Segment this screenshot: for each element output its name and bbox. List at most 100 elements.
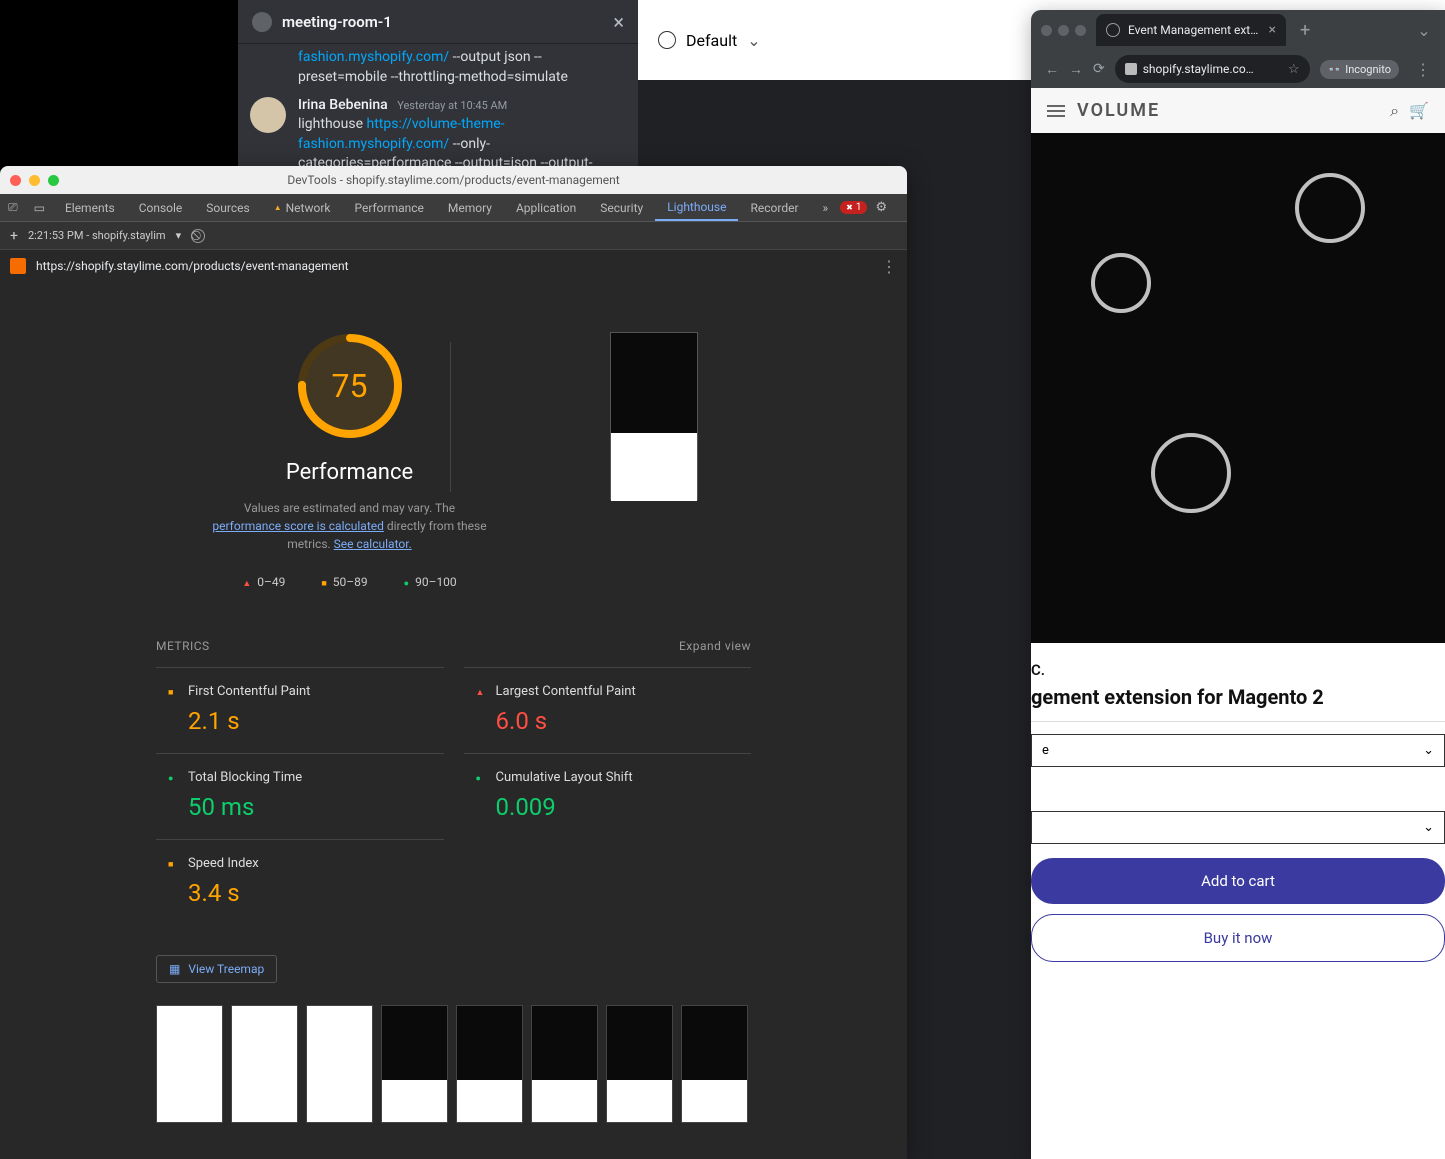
legend-fail: 0–49 [242,575,285,589]
reload-icon[interactable]: ⟳ [1093,61,1105,77]
incognito-badge[interactable]: 👓 Incognito [1320,60,1400,79]
add-to-cart-button[interactable]: Add to cart [1031,858,1445,904]
report-url-bar: https://shopify.staylime.com/products/ev… [0,250,907,282]
filmstrip-frame[interactable] [456,1005,523,1123]
select-value: e [1042,743,1049,758]
disclaimer: Values are estimated and may vary. The p… [210,499,490,553]
metric-lcp[interactable]: Largest Contentful Paint 6.0 s [464,667,752,753]
tab-overflow-icon[interactable]: ⌄ [1413,19,1435,41]
product-vendor: C. [1031,661,1445,679]
score-calc-link[interactable]: performance score is calculated [212,519,383,533]
add-report-icon[interactable]: + [10,228,18,244]
metrics-heading: METRICS [156,639,210,653]
tab-elements[interactable]: Elements [53,194,127,221]
avatar[interactable] [250,97,286,133]
report-timestamp[interactable]: 2:21:53 PM - shopify.staylim [28,229,166,242]
edition-select[interactable]: e ⌄ [1031,734,1445,767]
calculator-link[interactable]: See calculator. [334,537,412,551]
metric-cls[interactable]: Cumulative Layout Shift 0.009 [464,753,752,839]
filmstrip-frame[interactable] [606,1005,673,1123]
kebab-icon[interactable]: ⋮ [895,200,907,215]
cart-icon[interactable]: 🛒 [1409,101,1429,121]
close-dot[interactable] [1041,25,1052,36]
new-tab-button[interactable]: + [1300,20,1310,41]
vertical-divider [450,342,451,492]
legend-pass: 90–100 [404,575,457,589]
timestamp: Yesterday at 10:45 AM [397,99,507,112]
product-panel: C. gement extension for Magento 2 e ⌄ ⌄ … [1031,643,1445,980]
tab-network[interactable]: Network [262,194,343,221]
tab-performance[interactable]: Performance [342,194,435,221]
inspect-icon[interactable]: ⎚ [0,194,26,221]
theme-dropdown[interactable]: Default [686,31,737,50]
view-treemap-button[interactable]: View Treemap [156,955,277,983]
tab-recorder[interactable]: Recorder [738,194,810,221]
author-name[interactable]: Irina Bebenina [298,97,388,113]
min-dot[interactable] [1058,25,1069,36]
forward-icon[interactable]: → [1069,61,1083,78]
traffic-lights[interactable] [1041,25,1086,36]
filmstrip-frame[interactable] [681,1005,748,1123]
speech-bubble-icon [252,12,272,32]
tab-lighthouse[interactable]: Lighthouse [655,194,738,221]
filmstrip-frame[interactable] [231,1005,298,1123]
lighthouse-subbar: + 2:21:53 PM - shopify.staylim ▾ ⃠ [0,222,907,250]
lock-icon[interactable] [1125,63,1137,75]
expand-view-toggle[interactable]: Expand view [679,639,751,653]
tab-application[interactable]: Application [504,194,588,221]
message-body: lighthouse https://volume-theme-fashion.… [298,115,620,168]
filmstrip-frame[interactable] [306,1005,373,1123]
chat-text-frag: lighthouse [298,116,367,132]
clear-icon[interactable]: ⃠ [191,229,205,243]
chat-link[interactable]: fashion.myshopify.com/ [298,49,449,65]
page-preview-thumbnail[interactable] [610,332,698,500]
buy-now-button[interactable]: Buy it now [1031,914,1445,962]
report-url: https://shopify.staylime.com/products/ev… [36,259,871,273]
chat-message: Irina Bebenina Yesterday at 10:45 AM lig… [298,97,620,168]
chat-room-name[interactable]: meeting-room-1 [282,13,392,31]
subscription-select[interactable]: ⌄ [1031,811,1445,844]
incognito-icon: 👓 [1328,63,1342,76]
filmstrip-frame[interactable] [156,1005,223,1123]
tab-security[interactable]: Security [588,194,655,221]
site-logo[interactable]: VOLUME [1077,100,1160,121]
page-icon [1106,23,1120,37]
report-menu-icon[interactable]: ⋮ [881,257,897,276]
search-icon[interactable]: ⌕ [1390,101,1399,121]
tab-memory[interactable]: Memory [436,194,504,221]
legend-avg: 50–89 [321,575,367,589]
tab-sources[interactable]: Sources [194,194,261,221]
metric-si[interactable]: Speed Index 3.4 s [156,839,444,925]
more-tabs-icon[interactable]: » [811,194,841,221]
menu-icon[interactable] [1047,105,1065,117]
lighthouse-icon [10,258,26,274]
filmstrip-frame[interactable] [381,1005,448,1123]
performance-label: Performance [286,460,413,485]
page-content: VOLUME ⌕ 🛒 C. gement extension for Magen… [1031,88,1445,1159]
chat-messages: fashion.myshopify.com/ --output json --p… [238,44,638,168]
gear-icon[interactable]: ⚙ [867,200,895,215]
chrome-window: Event Management extensio… × + ⌄ ← → ⟳ s… [1031,10,1445,1159]
metric-fcp[interactable]: First Contentful Paint 2.1 s [156,667,444,753]
filmstrip-frame[interactable] [531,1005,598,1123]
device-icon[interactable]: ▭ [26,194,53,221]
close-tab-icon[interactable]: × [1269,22,1276,38]
site-header: VOLUME ⌕ 🛒 [1031,88,1445,133]
url-bar[interactable]: shopify.staylime.co… ☆ [1115,55,1310,83]
header-actions: ⌕ 🛒 [1390,101,1429,121]
chrome-toolbar: ← → ⟳ shopify.staylime.co… ☆ 👓 Incognito… [1031,50,1445,88]
error-badge[interactable]: 1 [840,201,867,214]
divider [1031,721,1445,722]
devtools-window: DevTools - shopify.staylime.com/products… [0,166,907,1159]
bookmark-icon[interactable]: ☆ [1288,62,1300,77]
performance-gauge[interactable]: 75 [296,332,404,440]
metric-tbt[interactable]: Total Blocking Time 50 ms [156,753,444,839]
close-icon[interactable]: × [613,10,624,34]
browser-tab[interactable]: Event Management extensio… × [1096,14,1286,46]
tab-console[interactable]: Console [127,194,195,221]
browser-menu-icon[interactable]: ⋮ [1415,60,1431,79]
chevron-down-icon[interactable]: ▾ [176,229,182,242]
max-dot[interactable] [1075,25,1086,36]
window-titlebar[interactable]: DevTools - shopify.staylime.com/products… [0,166,907,194]
back-icon[interactable]: ← [1045,61,1059,78]
